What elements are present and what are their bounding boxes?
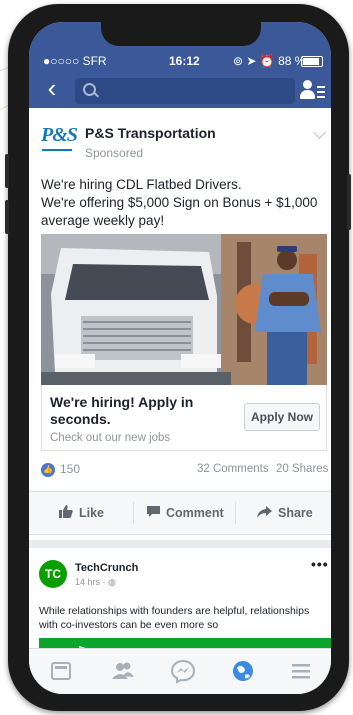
post-text: While relationships with founders are he… (39, 604, 329, 632)
comment-icon (147, 493, 160, 535)
friend-list-icon[interactable] (299, 78, 327, 104)
volume-button (5, 200, 9, 234)
sponsored-post: P&S P&S Transportation Sponsored We're h… (29, 108, 331, 540)
volume-button (5, 154, 9, 188)
post-text-line: We're offering $5,000 Sign on Bonus + $1… (41, 195, 318, 210)
reactions-count: 150 (60, 462, 81, 476)
power-button (347, 174, 351, 230)
post-actions-bar: Like Comment Share (29, 491, 331, 535)
ps-transportation-logo[interactable]: P&S (41, 122, 78, 154)
comment-label: Comment (166, 506, 224, 520)
messenger-icon[interactable] (169, 657, 197, 685)
techcrunch-logo[interactable]: TC (39, 560, 67, 588)
post-text: We're hiring CDL Flatbed Drivers. We're … (41, 176, 326, 230)
notch (101, 22, 261, 46)
comments-count[interactable]: 32 Comments (197, 463, 269, 475)
lock-rotation-icon: ⊚ ➤ ⏰ (233, 54, 279, 68)
share-label: Share (278, 506, 313, 520)
post-text-line: We're hiring CDL Flatbed Drivers. (41, 177, 242, 192)
cta-subtitle: Check out our new jobs (50, 432, 171, 444)
more-options-icon[interactable]: ••• (311, 556, 329, 572)
chevron-down-icon[interactable] (313, 126, 326, 139)
menu-icon[interactable] (287, 657, 315, 685)
globe-icon: ◍ (108, 577, 116, 587)
sponsored-label: Sponsored (85, 146, 144, 160)
post-text-line: average weekly pay! (41, 213, 165, 228)
ad-image-truck-driver[interactable] (41, 234, 327, 385)
action-divider (235, 502, 236, 524)
post-text-line: While relationships with founders are he… (39, 605, 310, 617)
post-author[interactable]: TechCrunch (75, 562, 138, 574)
action-divider (133, 502, 134, 524)
ps-logo-text: P&S (41, 124, 78, 146)
share-arrow-icon (257, 493, 272, 535)
notifications-globe-icon[interactable] (229, 657, 257, 685)
truck-photo (41, 234, 327, 385)
search-icon (83, 83, 96, 96)
reactions-summary[interactable]: 👍 150 (41, 462, 80, 477)
post-time-text: 14 hrs · (75, 577, 109, 587)
phone-frame: ●○○○○ SFR 16:12 ⊚ ➤ ⏰ 88 % ‹ P&S P&S Tra… (5, 4, 351, 711)
post-time: 14 hrs · ◍ (75, 577, 116, 588)
post-text-line: with co-investors can be even more so (39, 619, 219, 631)
search-input[interactable] (75, 78, 295, 104)
comment-button[interactable]: Comment (147, 492, 224, 534)
shares-count[interactable]: 20 Shares (276, 463, 328, 475)
cta-title: We're hiring! Apply in seconds. (50, 394, 194, 427)
ad-call-to-action[interactable]: We're hiring! Apply in seconds. Check ou… (41, 385, 327, 451)
apply-now-button[interactable]: Apply Now (244, 403, 320, 431)
chevron-left-icon[interactable]: ‹ (37, 74, 67, 104)
carrier-label: ●○○○○ SFR (43, 54, 107, 68)
friends-icon[interactable] (109, 657, 137, 685)
battery-label: ⊚ ➤ ⏰ 88 % (233, 52, 305, 70)
phone-screen: ●○○○○ SFR 16:12 ⊚ ➤ ⏰ 88 % ‹ P&S P&S Tra… (29, 22, 331, 694)
share-button[interactable]: Share (257, 492, 313, 534)
status-time: 16:12 (169, 54, 200, 68)
like-reaction-icon: 👍 (41, 462, 55, 477)
thumbs-up-icon (59, 493, 73, 535)
battery-icon (301, 56, 323, 67)
news-feed-icon[interactable] (47, 657, 75, 685)
bottom-tab-bar (29, 648, 331, 694)
post-author[interactable]: P&S Transportation (85, 125, 216, 141)
like-label: Like (79, 506, 105, 520)
like-button[interactable]: Like (59, 492, 104, 534)
